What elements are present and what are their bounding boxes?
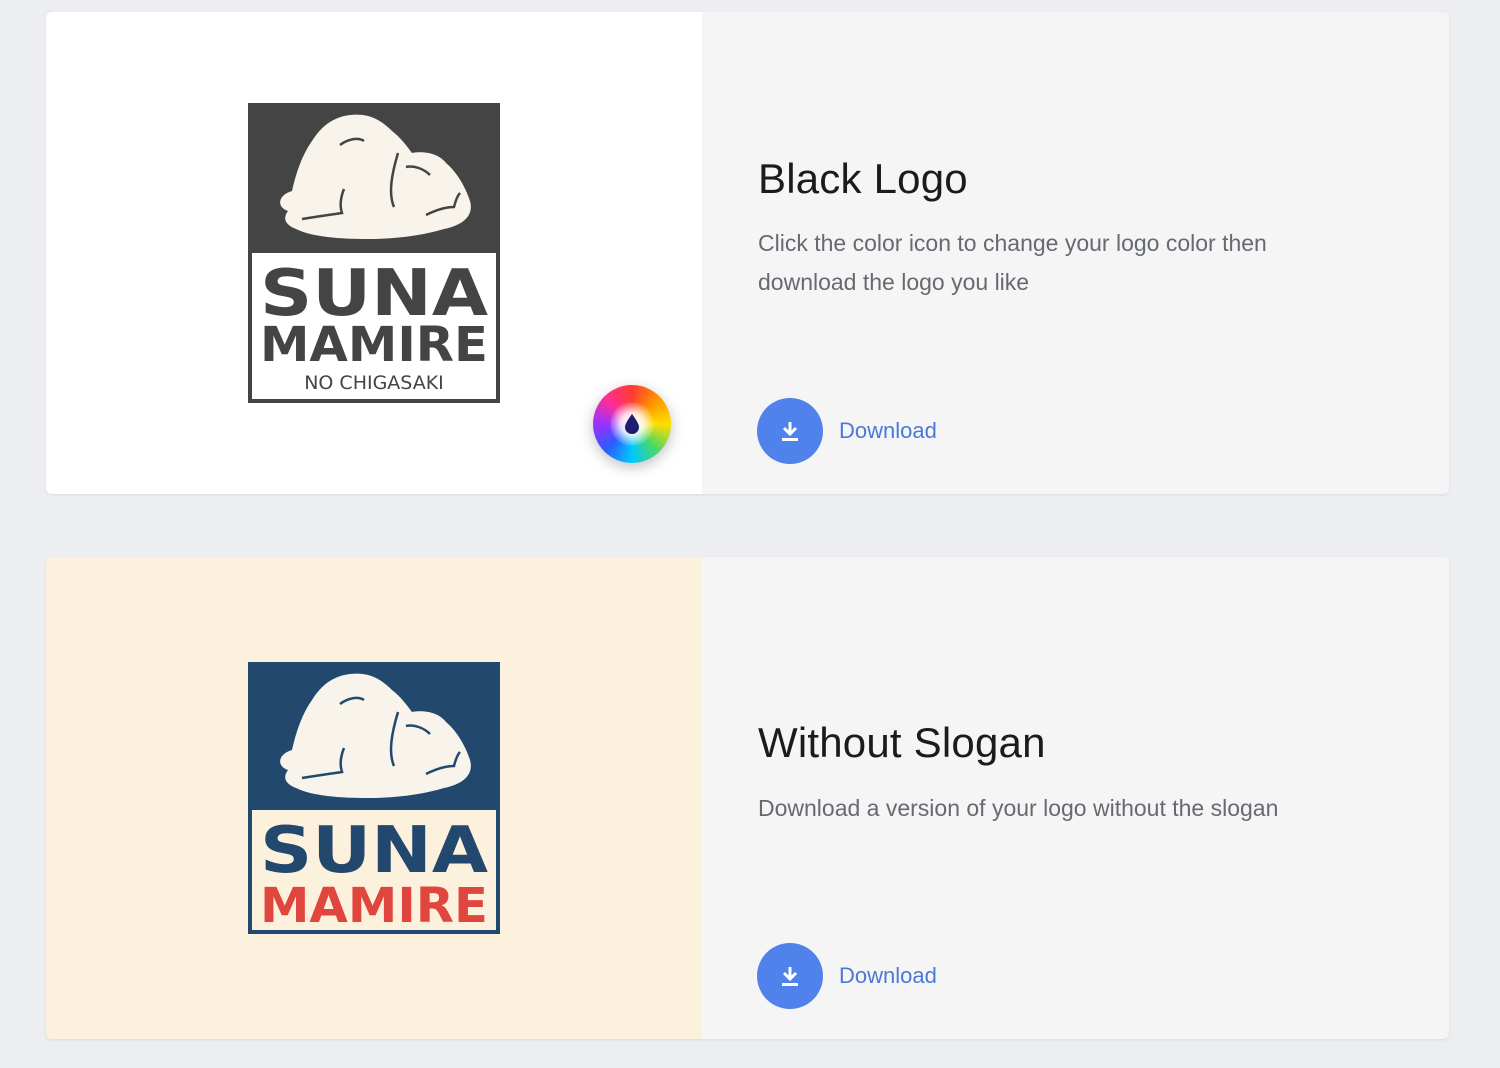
black-logo-preview: SUNA MAMIRE NO CHIGASAKI <box>46 12 702 494</box>
logo-text-mamire: MAMIRE <box>260 878 488 934</box>
without-slogan-download-button[interactable]: Download <box>757 943 937 1009</box>
black-logo-image: SUNA MAMIRE NO CHIGASAKI <box>248 103 500 403</box>
without-slogan-logo-image: SUNA MAMIRE <box>248 662 500 934</box>
logo-text-suna: SUNA <box>260 814 489 888</box>
black-logo-title: Black Logo <box>758 155 968 202</box>
black-logo-download-button[interactable]: Download <box>757 398 937 464</box>
black-logo-description: Click the color icon to change your logo… <box>758 230 1267 295</box>
without-slogan-title: Without Slogan <box>758 719 1046 766</box>
logo-slogan: NO CHIGASAKI <box>304 372 444 394</box>
without-slogan-preview: SUNA MAMIRE <box>46 557 702 1039</box>
download-icon[interactable] <box>757 943 823 1009</box>
black-logo-info: Black Logo Click the color icon to chang… <box>702 12 1449 494</box>
black-logo-card: SUNA MAMIRE NO CHIGASAKI Black Logo Clic… <box>46 12 1449 494</box>
without-slogan-download-label[interactable]: Download <box>839 963 937 989</box>
without-slogan-card: SUNA MAMIRE Without Slogan Download a ve… <box>46 557 1449 1039</box>
without-slogan-description: Download a version of your logo without … <box>758 795 1279 821</box>
black-logo-download-label[interactable]: Download <box>839 418 937 444</box>
without-slogan-info: Without Slogan Download a version of you… <box>702 557 1449 1039</box>
color-wheel-button[interactable] <box>593 385 671 463</box>
logo-text-mamire: MAMIRE <box>260 317 488 373</box>
download-icon[interactable] <box>757 398 823 464</box>
color-drop-icon <box>610 402 654 446</box>
